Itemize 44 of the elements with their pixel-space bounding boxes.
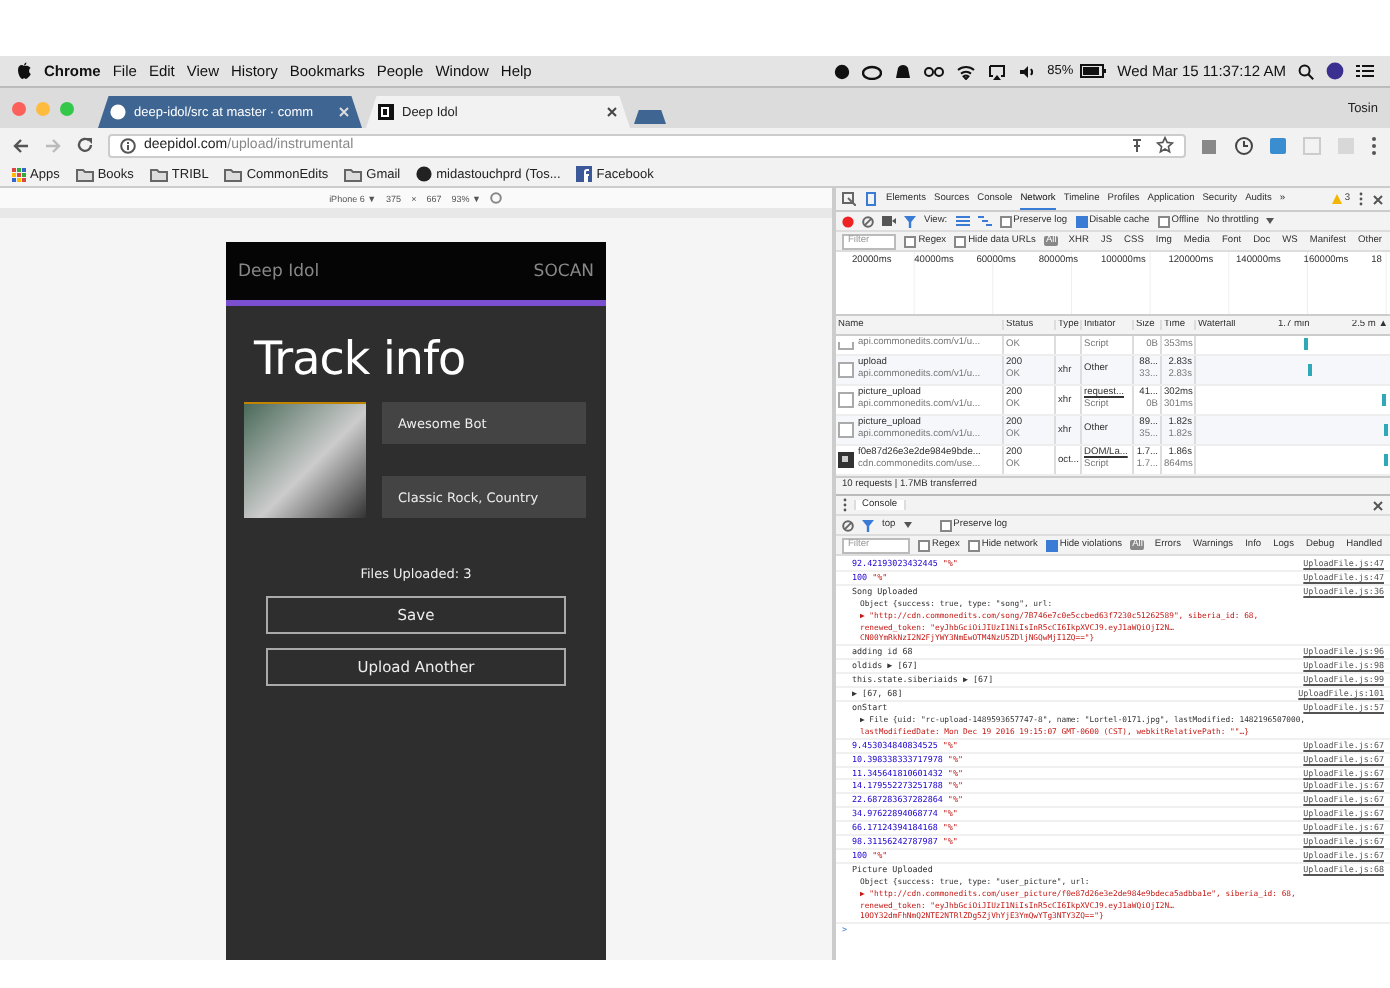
- more-icon[interactable]: [842, 498, 848, 512]
- close-icon[interactable]: [606, 106, 618, 118]
- partner-name[interactable]: SOCAN: [533, 261, 594, 281]
- more-icon[interactable]: [1370, 135, 1378, 155]
- page-heading: Track info: [254, 334, 468, 386]
- glasses-icon[interactable]: [923, 65, 944, 77]
- orb-icon[interactable]: [1326, 62, 1344, 80]
- caret-icon[interactable]: [1266, 218, 1275, 224]
- letter-icon: [378, 104, 394, 120]
- waterfall-icon[interactable]: [977, 216, 992, 226]
- new-tab-button[interactable]: [634, 110, 666, 124]
- list-icon[interactable]: [1356, 64, 1374, 78]
- close-icon[interactable]: [1372, 499, 1384, 511]
- caret-icon[interactable]: [903, 522, 912, 528]
- photo-placeholder: [244, 402, 366, 518]
- brand-name[interactable]: Deep Idol: [238, 261, 320, 281]
- volume-icon[interactable]: [1017, 63, 1036, 79]
- close-icon[interactable]: [1372, 193, 1384, 205]
- airplay-icon[interactable]: [987, 63, 1006, 79]
- star-icon[interactable]: [1156, 136, 1174, 154]
- extension-icon[interactable]: [1200, 135, 1220, 155]
- clear-icon[interactable]: [842, 519, 854, 531]
- apple-icon[interactable]: [16, 62, 32, 80]
- folder-icon: [224, 167, 243, 181]
- grid-icon: [12, 167, 26, 181]
- reload-icon[interactable]: [76, 136, 94, 154]
- badge-icon[interactable]: [833, 63, 850, 79]
- folder-icon: [149, 167, 168, 181]
- facebook-icon: [576, 166, 593, 182]
- search-icon[interactable]: [1298, 63, 1314, 79]
- clear-icon[interactable]: [862, 215, 874, 227]
- inspect-icon[interactable]: [842, 192, 856, 206]
- wifi-icon[interactable]: [955, 63, 976, 79]
- camera-icon[interactable]: [882, 216, 896, 226]
- device-icon[interactable]: [864, 192, 878, 206]
- clock-icon[interactable]: [1234, 135, 1254, 155]
- rotate-icon[interactable]: [490, 192, 503, 204]
- folder-icon: [344, 167, 363, 181]
- record-icon[interactable]: [842, 215, 854, 227]
- info-icon[interactable]: [120, 137, 136, 153]
- folder-icon: [75, 167, 94, 181]
- battery-icon[interactable]: [1079, 64, 1106, 78]
- back-icon[interactable]: [12, 137, 30, 153]
- more-icon[interactable]: [1358, 192, 1364, 206]
